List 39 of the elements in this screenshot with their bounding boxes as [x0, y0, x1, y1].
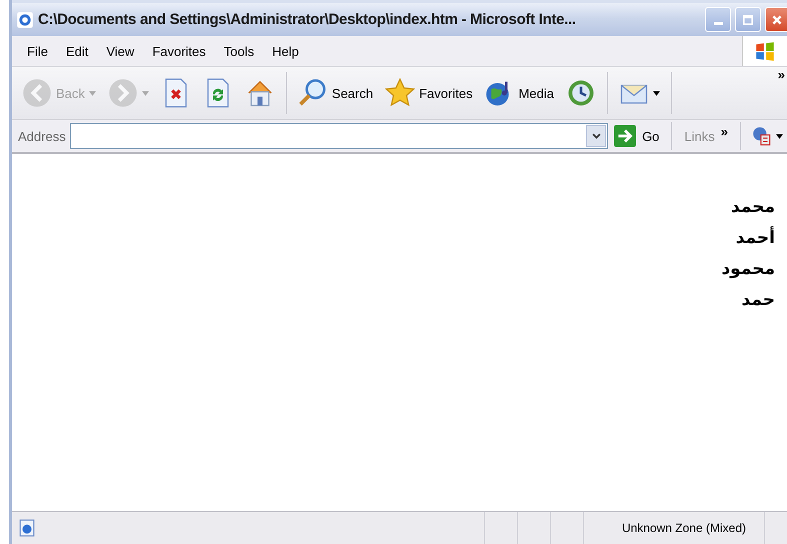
maximize-icon: [742, 14, 754, 26]
menu-item[interactable]: Favorites: [143, 42, 215, 60]
menu-item[interactable]: File: [18, 42, 57, 60]
media-button[interactable]: Media: [480, 76, 558, 110]
maximize-button[interactable]: [735, 7, 761, 32]
caret-icon: [653, 90, 660, 96]
links-overflow-button[interactable]: »: [718, 120, 736, 139]
arabic-text-line: محمود: [721, 258, 775, 281]
address-label: Address: [18, 128, 66, 144]
minimize-icon: [714, 22, 722, 25]
dropdown-button[interactable]: [586, 125, 606, 147]
toolbar-tool-icon: [751, 125, 773, 147]
arabic-text-line: أحمد: [736, 225, 775, 250]
caret-icon: [142, 90, 149, 96]
toolbar-overflow-button[interactable]: »: [778, 67, 787, 82]
search-button[interactable]: Search: [294, 76, 378, 110]
magnifier-icon: [298, 78, 328, 108]
menu-item[interactable]: View: [97, 42, 144, 60]
close-icon: [770, 14, 782, 26]
arabic-text-line: محمد: [731, 196, 775, 219]
caret-icon: [88, 90, 96, 96]
page-icon: [18, 519, 36, 537]
window-title: C:\Documents and Settings\Administrator\Desktop\index.htm - Microsoft Inte...: [38, 11, 577, 28]
star-icon: [385, 78, 416, 108]
clock-icon: [566, 78, 596, 108]
arabic-text-line: حمد: [742, 289, 775, 312]
flag-icon: [754, 40, 776, 62]
go-button[interactable]: Go: [612, 125, 668, 147]
minimize-button[interactable]: [705, 7, 731, 32]
chevron-down-icon: [592, 132, 601, 140]
menu-item[interactable]: Tools: [214, 42, 264, 60]
security-zone-text: Unknown Zone (Mixed): [582, 512, 764, 544]
close-button[interactable]: [765, 7, 787, 32]
address-field[interactable]: [70, 123, 608, 149]
favorites-button[interactable]: Favorites: [381, 76, 477, 110]
menu-item[interactable]: Help: [263, 42, 308, 60]
menu-item[interactable]: Edit: [56, 42, 98, 60]
caret-icon: [776, 134, 783, 138]
browser-icon: [16, 10, 34, 28]
